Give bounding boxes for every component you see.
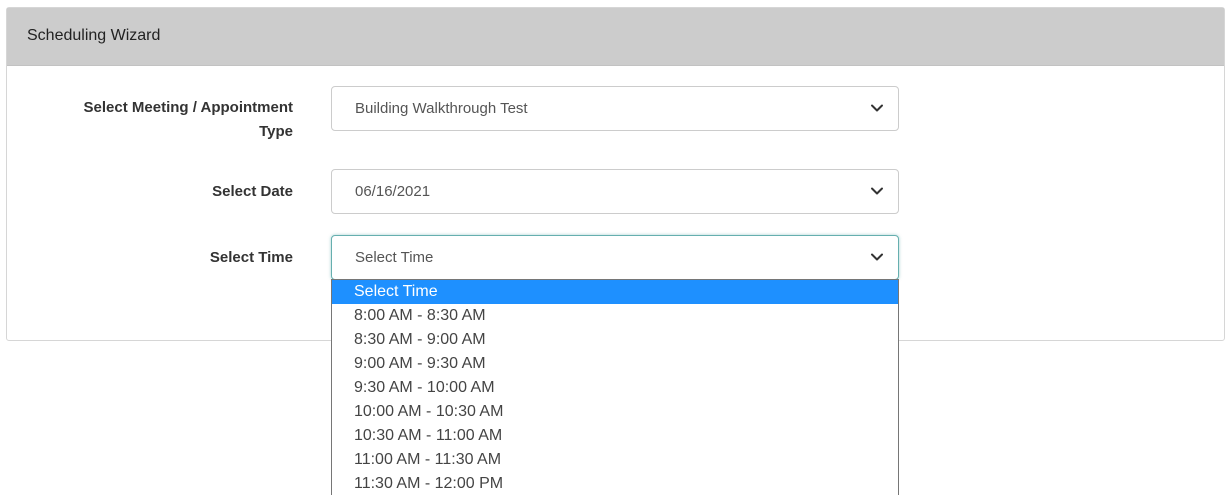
panel-title: Scheduling Wizard [7,8,1224,66]
chevron-down-icon [871,187,883,195]
time-label: Select Time [209,249,293,266]
time-option[interactable]: 8:00 AM - 8:30 AM [332,304,898,328]
meeting-type-select[interactable]: Building Walkthrough Test [331,86,899,131]
chevron-down-icon [871,253,883,261]
date-label: Select Date [212,183,293,200]
time-option[interactable]: 10:00 AM - 10:30 AM [332,400,898,424]
chevron-down-icon [871,104,883,112]
time-select[interactable]: Select Time [331,235,899,280]
time-option[interactable]: 9:30 AM - 10:00 AM [332,376,898,400]
time-option[interactable]: 10:30 AM - 11:00 AM [332,424,898,448]
time-option[interactable]: 8:30 AM - 9:00 AM [332,328,898,352]
time-option[interactable]: 11:30 AM - 12:00 PM [332,472,898,495]
time-value: Select Time [355,249,434,266]
meeting-type-label-line1: Select Meeting / Appointment [83,99,293,116]
date-select[interactable]: 06/16/2021 [331,169,899,214]
meeting-type-label-line2: Type [259,123,293,140]
time-option[interactable]: 11:00 AM - 11:30 AM [332,448,898,472]
meeting-type-value: Building Walkthrough Test [355,100,528,117]
meeting-type-label: Select Meeting / Appointment Type [20,96,293,144]
time-option[interactable]: 9:00 AM - 9:30 AM [332,352,898,376]
date-value: 06/16/2021 [355,183,431,200]
time-options-dropdown: Select Time 8:00 AM - 8:30 AM 8:30 AM - … [331,279,899,495]
time-option[interactable]: Select Time [332,280,898,304]
